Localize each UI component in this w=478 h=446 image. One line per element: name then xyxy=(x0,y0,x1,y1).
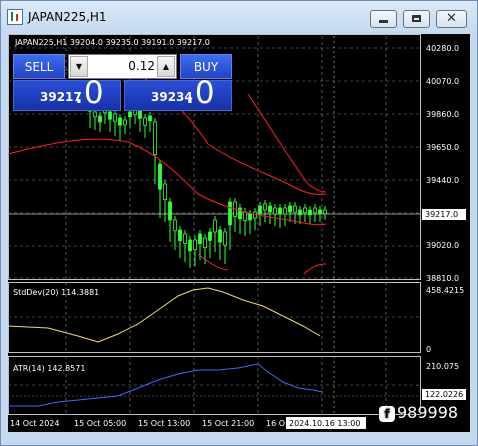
price-label: 39440.0 xyxy=(426,176,459,185)
ask-price-fraction: .0 xyxy=(185,75,215,111)
candle-body xyxy=(223,231,227,246)
candle-body xyxy=(153,121,157,155)
facebook-icon: f xyxy=(379,405,395,422)
candles xyxy=(88,100,327,268)
price-label: 38810.0 xyxy=(426,274,459,283)
minimize-button[interactable] xyxy=(370,10,397,28)
lot-decrease-icon[interactable]: ▼ xyxy=(70,56,88,77)
chart-header: JAPAN225,H1 39204.0 39235.0 39191.0 3921… xyxy=(14,38,210,47)
candle-body xyxy=(118,117,122,126)
candle-body xyxy=(228,201,232,226)
price-label: 40280.0 xyxy=(426,44,459,53)
candle-body xyxy=(313,207,317,214)
candle-body xyxy=(98,115,102,123)
maximize-button[interactable] xyxy=(403,10,430,28)
lot-increase-icon[interactable]: ▲ xyxy=(157,56,175,77)
candle-body xyxy=(158,163,162,190)
time-label: 15 Oct 21:00 xyxy=(202,419,254,428)
candle-body xyxy=(263,203,267,211)
candle-body xyxy=(208,231,212,241)
candle-body xyxy=(303,207,307,214)
atr-axis-top: 210.075 xyxy=(426,362,459,371)
candle-body xyxy=(278,207,282,215)
candle-body xyxy=(243,211,247,221)
candle-body xyxy=(293,205,297,213)
crosshair-time: 2024.10.16 13:00 xyxy=(289,419,360,428)
envelope-upper-right xyxy=(247,93,327,193)
candle-body xyxy=(323,209,327,214)
indicator-lines xyxy=(8,287,324,407)
candle-body xyxy=(168,201,172,221)
bid-price-fraction: .0 xyxy=(74,75,104,111)
stddev-axis-top: 458.4215 xyxy=(426,286,464,295)
candle-body xyxy=(123,119,127,126)
candle-body xyxy=(113,113,117,122)
candle-body xyxy=(218,229,222,243)
price-label: 39650.0 xyxy=(426,143,459,152)
candle-body xyxy=(318,209,322,214)
candle-body xyxy=(138,109,142,119)
maximize-icon xyxy=(412,15,421,22)
candle-body xyxy=(308,209,312,216)
atr-label: ATR(14) 142.8571 xyxy=(13,364,85,373)
candle-body xyxy=(193,239,197,251)
candle-body xyxy=(128,111,132,118)
candle-body xyxy=(283,207,287,215)
chart-app-icon xyxy=(7,9,23,25)
sell-button[interactable]: SELL xyxy=(13,54,65,79)
candle-body xyxy=(298,209,302,216)
envelope-lower-right xyxy=(197,253,327,275)
candle-body xyxy=(163,183,167,201)
candle-body xyxy=(213,219,217,233)
close-button[interactable]: ✕ xyxy=(436,10,467,28)
close-icon: ✕ xyxy=(446,11,457,26)
candle-body xyxy=(273,207,277,215)
time-label: 14 Oct 2024 xyxy=(10,419,59,428)
candle-body xyxy=(288,205,292,213)
time-label: 15 Oct 05:00 xyxy=(74,419,126,428)
candle-body xyxy=(268,205,272,213)
time-label: 15 Oct 13:00 xyxy=(138,419,190,428)
one-click-trading-panel: SELL ▼ 0.12 ▲ BUY 39217 .0 39234 .0 xyxy=(13,54,233,111)
stddev-label: StdDev(20) 114.3881 xyxy=(13,288,99,297)
watermark: f 989998 xyxy=(379,403,458,425)
candle-body xyxy=(258,205,262,214)
candle-body xyxy=(178,229,182,242)
time-label: 16 O xyxy=(266,419,285,428)
stddev-axis-bottom: 0 xyxy=(426,345,431,354)
minimize-icon xyxy=(379,20,388,23)
candle-body xyxy=(203,237,207,249)
candle-body xyxy=(143,117,147,126)
candle-body xyxy=(173,219,177,232)
bid-price-button[interactable]: 39217 .0 xyxy=(13,75,121,111)
title-bar[interactable]: JAPAN225,H1 ✕ xyxy=(1,1,477,35)
price-label: 39020.0 xyxy=(426,241,459,250)
watermark-text: 989998 xyxy=(397,403,459,422)
candle-body xyxy=(108,111,112,120)
window-title: JAPAN225,H1 xyxy=(28,10,107,24)
candle-body xyxy=(93,111,97,118)
ask-price-button[interactable]: 39234 .0 xyxy=(124,75,232,111)
candle-body xyxy=(148,115,152,122)
candle-body xyxy=(248,213,252,221)
candle-body xyxy=(198,233,202,245)
candle-body xyxy=(183,233,187,245)
atr-axis-current: 122.0226 xyxy=(425,390,463,399)
candle-body xyxy=(188,239,192,252)
price-label: 39860.0 xyxy=(426,110,459,119)
current-price-label: 39217.0 xyxy=(425,210,458,219)
candle-body xyxy=(238,207,242,220)
price-label: 40070.0 xyxy=(426,77,459,86)
